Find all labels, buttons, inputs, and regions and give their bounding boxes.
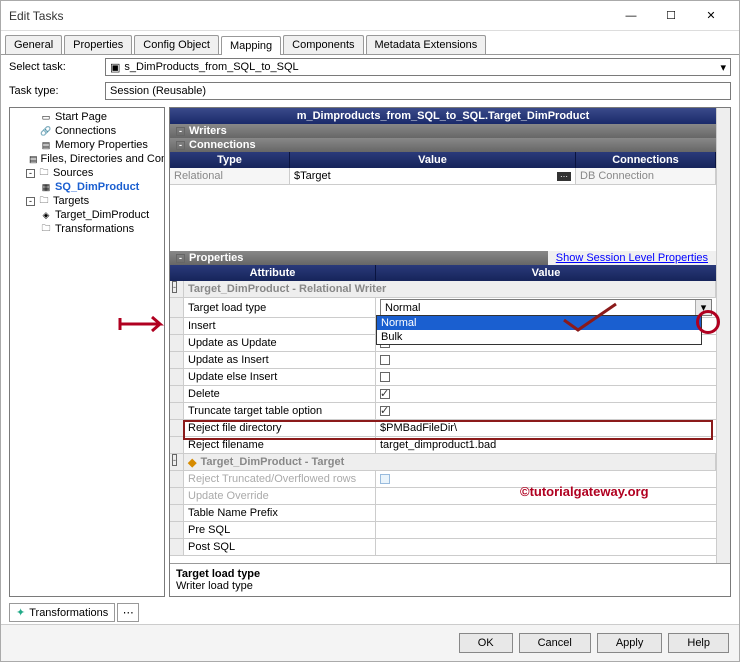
folder-icon: 🗀 xyxy=(38,195,50,207)
annotation-circle-dropdown xyxy=(696,310,720,334)
group-target[interactable]: - ◆Target_DimProduct - Target xyxy=(170,454,716,471)
session-level-link[interactable]: Show Session Level Properties xyxy=(548,251,716,265)
tree-item[interactable]: ▭Start Page xyxy=(12,110,162,124)
cell-type: Relational xyxy=(170,168,290,185)
nav-tree[interactable]: ▭Start Page🔗Connections▤Memory Propertie… xyxy=(9,107,165,597)
col-value: Value xyxy=(290,152,576,168)
ok-button[interactable]: OK xyxy=(459,633,513,653)
page-icon: ▭ xyxy=(40,111,52,123)
cancel-button[interactable]: Cancel xyxy=(519,633,591,653)
select-task-dropdown[interactable]: ▣ s_DimProducts_from_SQL_to_SQL ▾ xyxy=(105,58,731,76)
titlebar: Edit Tasks — ☐ ✕ xyxy=(1,1,739,31)
bottom-tab-transformations[interactable]: ✦Transformations xyxy=(9,603,115,622)
mem-icon: ▤ xyxy=(40,139,52,151)
property-row[interactable]: Target load typeNormal▾NormalBulk xyxy=(170,298,716,318)
group-target-writer[interactable]: - Target_DimProduct - Relational Writer xyxy=(170,281,716,298)
annotation-arrow xyxy=(118,314,172,336)
tree-item[interactable]: ▦SQ_DimProduct xyxy=(12,180,162,194)
vertical-scrollbar[interactable] xyxy=(716,108,730,563)
mapping-heading: m_Dimproducts_from_SQL_to_SQL.Target_Dim… xyxy=(170,108,716,124)
checkbox[interactable] xyxy=(380,406,390,416)
task-type-label: Task type: xyxy=(9,85,99,97)
cell-value[interactable]: $Target⋯ xyxy=(290,168,576,185)
tgt-icon: ◈ xyxy=(40,209,52,221)
collapse-icon[interactable]: - xyxy=(172,281,177,293)
main-tabs: General Properties Config Object Mapping… xyxy=(1,31,739,55)
help-button[interactable]: Help xyxy=(668,633,729,653)
folder-icon: 🗀 xyxy=(38,167,50,179)
dropdown-option[interactable]: Bulk xyxy=(377,330,701,344)
select-task-value: s_DimProducts_from_SQL_to_SQL xyxy=(124,61,298,73)
tab-config-object[interactable]: Config Object xyxy=(134,35,219,54)
desc-text: Writer load type xyxy=(176,580,724,592)
task-type-value: Session (Reusable) xyxy=(110,85,206,97)
conn-icon: 🔗 xyxy=(40,125,52,137)
maximize-button[interactable]: ☐ xyxy=(651,2,691,30)
dropdown-option[interactable]: Normal xyxy=(377,316,701,330)
file-icon: ▤ xyxy=(29,153,38,165)
col-connections: Connections xyxy=(576,152,716,168)
tab-mapping[interactable]: Mapping xyxy=(221,36,281,55)
checkbox[interactable] xyxy=(380,355,390,365)
tree-item[interactable]: -🗀Targets xyxy=(12,194,162,208)
checkbox[interactable] xyxy=(380,372,390,382)
content-pane: m_Dimproducts_from_SQL_to_SQL.Target_Dim… xyxy=(169,107,731,597)
property-row[interactable]: Post SQL xyxy=(170,539,716,556)
window-title: Edit Tasks xyxy=(9,9,611,23)
property-row[interactable]: Truncate target table option xyxy=(170,403,716,420)
folder-icon: 🗀 xyxy=(40,223,52,235)
task-icon: ▣ xyxy=(110,61,120,74)
cell-conn: DB Connection xyxy=(576,168,716,185)
attr-header: Attribute xyxy=(170,265,376,281)
collapse-icon[interactable]: - xyxy=(176,127,185,136)
select-task-label: Select task: xyxy=(9,61,99,73)
chevron-down-icon: ▾ xyxy=(720,61,726,74)
collapse-icon[interactable]: - xyxy=(176,141,185,150)
tree-item[interactable]: ▤Files, Directories and Com xyxy=(12,152,162,166)
watermark: ©tutorialgateway.org xyxy=(520,484,649,499)
tree-item[interactable]: ◈Target_DimProduct xyxy=(12,208,162,222)
dialog-buttons: OK Cancel Apply Help xyxy=(1,624,739,661)
property-row[interactable]: Pre SQL xyxy=(170,522,716,539)
expand-icon[interactable]: - xyxy=(26,197,35,206)
checkbox[interactable] xyxy=(380,474,390,484)
property-row[interactable]: Update else Insert xyxy=(170,369,716,386)
tree-item[interactable]: -🗀Sources xyxy=(12,166,162,180)
tree-item[interactable]: 🗀Transformations xyxy=(12,222,162,236)
apply-button[interactable]: Apply xyxy=(597,633,663,653)
minimize-button[interactable]: — xyxy=(611,2,651,30)
property-row[interactable]: Update as Insert xyxy=(170,352,716,369)
expand-icon[interactable]: - xyxy=(26,169,35,178)
checkbox[interactable] xyxy=(380,389,390,399)
desc-title: Target load type xyxy=(176,568,724,580)
collapse-icon[interactable]: - xyxy=(172,454,177,466)
properties-label: Properties xyxy=(189,252,243,264)
property-row[interactable]: Delete xyxy=(170,386,716,403)
connections-band[interactable]: -Connections xyxy=(170,138,716,152)
tree-item[interactable]: 🔗Connections xyxy=(12,124,162,138)
bottom-tab-arrows[interactable]: ⋯ xyxy=(117,603,139,622)
annotation-highlight-box xyxy=(183,420,713,440)
tree-item[interactable]: ▤Memory Properties xyxy=(12,138,162,152)
writers-band[interactable]: -Writers xyxy=(170,124,716,138)
val-header: Value xyxy=(376,265,716,281)
close-button[interactable]: ✕ xyxy=(691,2,731,30)
annotation-checkmark xyxy=(560,302,620,336)
target-icon: ◆ xyxy=(188,456,196,469)
task-type-field: Session (Reusable) xyxy=(105,82,731,100)
tab-metadata-extensions[interactable]: Metadata Extensions xyxy=(366,35,487,54)
transform-icon: ✦ xyxy=(16,606,25,619)
property-row[interactable]: Table Name Prefix xyxy=(170,505,716,522)
src-icon: ▦ xyxy=(40,181,52,193)
picker-icon[interactable]: ⋯ xyxy=(557,172,571,181)
dropdown-list[interactable]: NormalBulk xyxy=(376,315,702,345)
description-panel: Target load type Writer load type xyxy=(170,563,730,596)
target-load-type-dropdown[interactable]: Normal▾ xyxy=(380,299,712,316)
tab-components[interactable]: Components xyxy=(283,35,363,54)
tab-properties[interactable]: Properties xyxy=(64,35,132,54)
tab-general[interactable]: General xyxy=(5,35,62,54)
col-type: Type xyxy=(170,152,290,168)
collapse-icon[interactable]: - xyxy=(176,254,185,263)
